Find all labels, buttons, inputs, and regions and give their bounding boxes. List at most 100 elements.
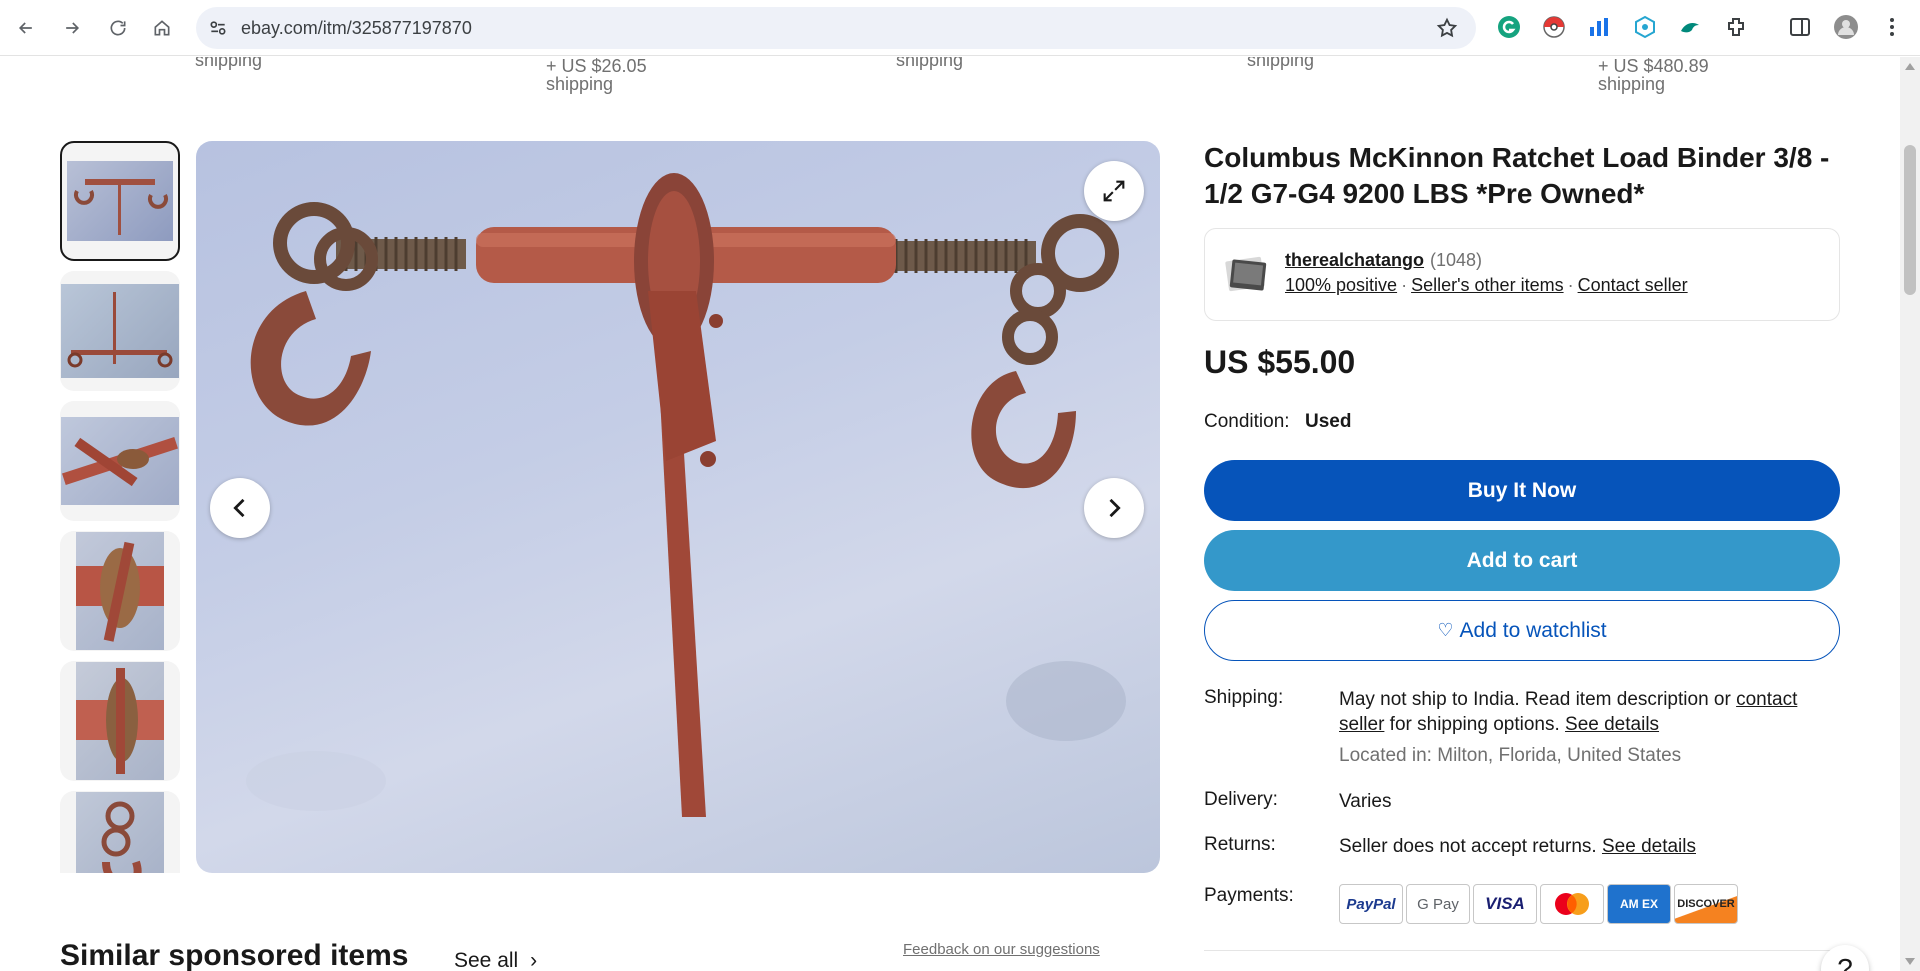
discover-badge: DISCOVER: [1674, 884, 1738, 924]
thumbnail[interactable]: [60, 271, 180, 391]
returns-value: Seller does not accept returns. See deta…: [1339, 834, 1839, 859]
site-info-icon[interactable]: [208, 18, 228, 38]
watchlist-label: Add to watchlist: [1459, 618, 1607, 642]
gpay-badge: G Pay: [1406, 884, 1470, 924]
home-icon[interactable]: [148, 14, 176, 42]
profile-avatar[interactable]: [1834, 15, 1858, 39]
visa-badge: VISA: [1473, 884, 1537, 924]
seller-other-items-link[interactable]: Seller's other items: [1411, 275, 1564, 295]
shipping-cost: + US $480.89: [1598, 57, 1709, 76]
page-content: shipping + US $26.05 shipping shipping s…: [0, 57, 1900, 971]
thumbnail-image: [76, 792, 164, 873]
thumbnail-image: [61, 284, 179, 378]
returns-see-details-link[interactable]: See details: [1602, 836, 1696, 857]
heart-icon: ♡: [1437, 620, 1454, 640]
dolphin-extension-icon[interactable]: [1678, 15, 1702, 39]
item-price: US $55.00: [1204, 344, 1356, 380]
chevron-right-icon: [1109, 498, 1121, 518]
condition-value: Used: [1305, 411, 1352, 432]
seller-card: therealchatango (1048) 100% positive · Sel…: [1204, 228, 1840, 321]
scroll-down-icon[interactable]: [1905, 958, 1915, 965]
url-text[interactable]: ebay.com/itm/325877197870: [241, 18, 472, 39]
back-icon[interactable]: [12, 14, 40, 42]
next-image-button[interactable]: [1084, 478, 1144, 538]
help-button[interactable]: ?: [1821, 945, 1869, 971]
expand-icon: [1103, 180, 1125, 202]
shipping-strip-item: shipping: [1247, 57, 1314, 69]
grammarly-extension-icon[interactable]: [1497, 15, 1521, 39]
address-bar[interactable]: ebay.com/itm/325877197870: [196, 7, 1476, 49]
item-title: Columbus McKinnon Ratchet Load Binder 3/…: [1204, 142, 1830, 209]
reload-icon[interactable]: [104, 14, 132, 42]
main-product-image[interactable]: [196, 141, 1160, 873]
thumbnail[interactable]: [60, 401, 180, 521]
shipping-strip-item: shipping: [195, 57, 262, 69]
fullscreen-button[interactable]: [1084, 161, 1144, 221]
separator: ·: [1401, 275, 1408, 295]
thumbnail[interactable]: [60, 141, 180, 261]
thumbnail-image: [76, 662, 164, 780]
seller-links: 100% positive · Seller's other items · Conta…: [1285, 275, 1688, 296]
shipping-label: shipping: [195, 57, 263, 70]
shipping-strip-item: + US $26.05 shipping: [546, 57, 647, 93]
thumbnail-image: [67, 161, 173, 241]
thumbnail-strip: [60, 141, 180, 873]
side-panel-icon[interactable]: [1788, 15, 1812, 39]
thumbnail[interactable]: [60, 531, 180, 651]
mastercard-icon: [1555, 893, 1589, 915]
menu-kebab-icon[interactable]: [1880, 15, 1904, 39]
forward-icon[interactable]: [58, 14, 86, 42]
buy-it-now-button[interactable]: Buy It Now: [1204, 460, 1840, 521]
shipping-value: May not ship to India. Read item descrip…: [1339, 687, 1839, 737]
delivery-value: Varies: [1339, 791, 1392, 812]
similar-items-heading: Similar sponsored items: [60, 939, 409, 971]
contact-seller-link[interactable]: Contact seller: [1578, 275, 1688, 295]
chart-extension-icon[interactable]: [1587, 15, 1611, 39]
thumbnail[interactable]: [60, 661, 180, 781]
shipping-label: shipping: [1247, 57, 1315, 70]
web-extension-icon[interactable]: [1633, 15, 1657, 39]
returns-label: Returns:: [1204, 834, 1276, 855]
load-binder-illustration: [246, 173, 1126, 817]
chevron-right-icon: ›: [530, 949, 538, 971]
shipping-label: shipping: [1598, 74, 1666, 94]
thumbnail-image: [61, 417, 179, 505]
separator: ·: [1567, 275, 1574, 295]
shipping-see-details-link[interactable]: See details: [1565, 714, 1659, 735]
shipping-strip-item: + US $480.89 shipping: [1598, 57, 1709, 93]
shipping-label: shipping: [896, 57, 964, 70]
feedback-suggestions-link[interactable]: Feedback on our suggestions: [903, 941, 1100, 958]
chevron-left-icon: [233, 498, 245, 518]
scrollbar-thumb[interactable]: [1904, 145, 1916, 295]
item-location: Located in: Milton, Florida, United Stat…: [1339, 745, 1682, 766]
extensions-puzzle-icon[interactable]: [1724, 15, 1748, 39]
amex-badge: AM EX: [1607, 884, 1671, 924]
condition-label: Condition:: [1204, 411, 1290, 432]
seller-avatar[interactable]: [1225, 253, 1267, 295]
shipping-text: for shipping options.: [1384, 714, 1566, 735]
payments-label: Payments:: [1204, 885, 1294, 906]
see-all-label: See all: [454, 949, 519, 971]
scroll-up-icon[interactable]: [1905, 63, 1915, 70]
shipping-cost: + US $26.05: [546, 57, 647, 76]
paypal-badge: PayPal: [1339, 884, 1403, 924]
pokeball-extension-icon[interactable]: [1542, 15, 1566, 39]
bookmark-star-icon[interactable]: [1436, 17, 1458, 39]
page-scrollbar[interactable]: [1900, 57, 1920, 971]
thumbnail[interactable]: [60, 791, 180, 873]
shipping-label: shipping: [546, 74, 614, 94]
mastercard-badge: [1540, 884, 1604, 924]
see-all-link[interactable]: See all ›: [454, 949, 537, 971]
shipping-label: Shipping:: [1204, 687, 1284, 708]
seller-name-link[interactable]: therealchatango: [1285, 250, 1424, 271]
add-to-watchlist-button[interactable]: ♡ Add to watchlist: [1204, 600, 1840, 661]
previous-image-button[interactable]: [210, 478, 270, 538]
shipping-strip-item: shipping: [896, 57, 963, 69]
browser-toolbar: ebay.com/itm/325877197870: [0, 0, 1920, 56]
seller-feedback-count: (1048): [1430, 250, 1483, 270]
returns-text: Seller does not accept returns.: [1339, 836, 1602, 857]
divider: [1204, 950, 1840, 951]
positive-feedback-link[interactable]: 100% positive: [1285, 275, 1397, 295]
add-to-cart-button[interactable]: Add to cart: [1204, 530, 1840, 591]
thumbnail-image: [76, 532, 164, 650]
